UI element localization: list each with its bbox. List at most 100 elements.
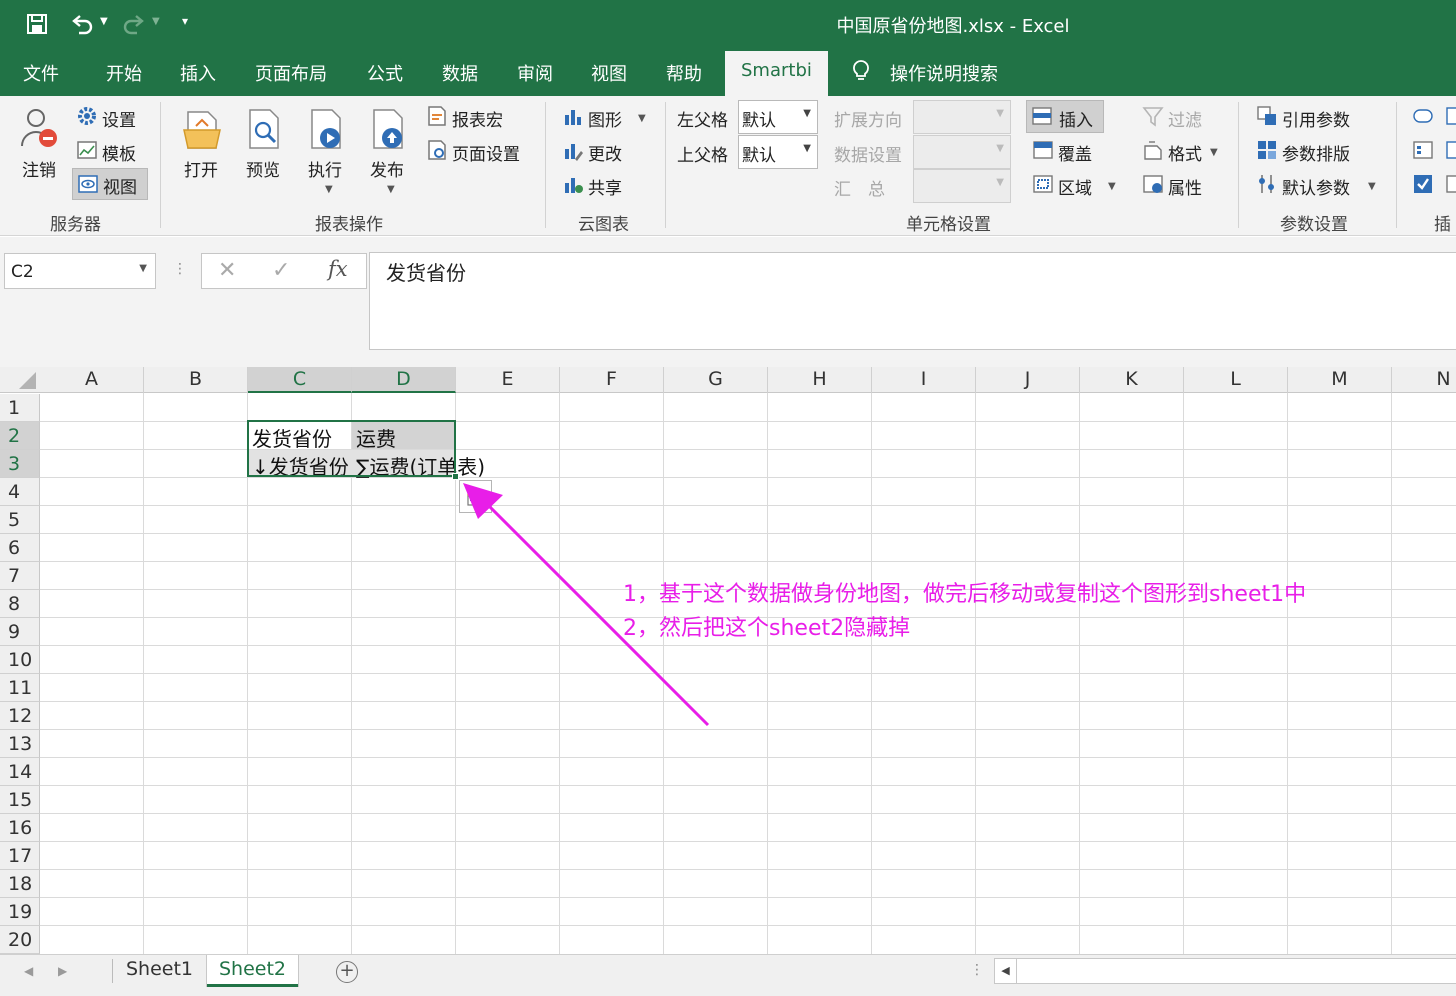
- textbox-control-icon[interactable]: [1446, 139, 1456, 161]
- row-header[interactable]: 7: [0, 562, 40, 590]
- cover-button[interactable]: 覆盖: [1058, 140, 1092, 165]
- name-box[interactable]: C2 ▼: [4, 253, 156, 289]
- reference-param-button[interactable]: 引用参数: [1282, 106, 1350, 131]
- row-header[interactable]: 13: [0, 730, 40, 758]
- left-parent-select[interactable]: 默认 ▼: [738, 100, 818, 134]
- row-header[interactable]: 9: [0, 618, 40, 646]
- data-settings-select[interactable]: ▼: [913, 135, 1011, 169]
- fill-handle[interactable]: [452, 473, 459, 480]
- filter-button[interactable]: 过滤: [1168, 106, 1202, 131]
- checkbox-control-icon[interactable]: [1412, 173, 1434, 195]
- tab-smartbi[interactable]: Smartbi: [725, 51, 828, 96]
- column-header[interactable]: K: [1080, 367, 1184, 393]
- row-header[interactable]: 2: [0, 422, 40, 450]
- worksheet-grid[interactable]: A B C D E F G H I J K L M N 1 2 3 4 5 6 …: [0, 367, 1456, 954]
- row-header[interactable]: 15: [0, 786, 40, 814]
- macro-button[interactable]: 报表宏: [452, 106, 503, 131]
- tab-formulas[interactable]: 公式: [367, 60, 403, 86]
- top-parent-select[interactable]: 默认 ▼: [738, 135, 818, 169]
- tab-data[interactable]: 数据: [442, 60, 478, 86]
- column-header[interactable]: D: [352, 367, 456, 393]
- open-button[interactable]: 打开: [184, 156, 218, 181]
- template-button[interactable]: 模板: [102, 140, 136, 165]
- tab-insert[interactable]: 插入: [180, 60, 216, 86]
- column-header[interactable]: M: [1288, 367, 1392, 393]
- run-dropdown-icon[interactable]: ▼: [325, 184, 333, 195]
- prev-sheet-icon[interactable]: ◀: [24, 964, 33, 978]
- view-button[interactable]: 视图: [72, 168, 148, 200]
- tab-home[interactable]: 开始: [106, 60, 142, 86]
- insert-function-icon[interactable]: fx: [328, 257, 348, 281]
- column-header[interactable]: N: [1392, 367, 1456, 393]
- tab-split-grip-icon[interactable]: ⋮: [970, 962, 984, 978]
- row-header[interactable]: 18: [0, 870, 40, 898]
- sheet-tab-sheet1[interactable]: Sheet1: [114, 955, 205, 987]
- param-layout-button[interactable]: 参数排版: [1282, 140, 1350, 165]
- formula-input[interactable]: 发货省份: [369, 252, 1456, 350]
- tab-help[interactable]: 帮助: [666, 60, 702, 86]
- tell-me-search[interactable]: 操作说明搜索: [890, 60, 998, 86]
- add-sheet-icon[interactable]: +: [336, 961, 358, 983]
- property-button[interactable]: 属性: [1168, 174, 1202, 199]
- tab-page-layout[interactable]: 页面布局: [255, 60, 327, 86]
- row-header[interactable]: 3: [0, 450, 40, 478]
- publish-dropdown-icon[interactable]: ▼: [387, 184, 395, 195]
- expand-direction-select[interactable]: ▼: [913, 100, 1011, 134]
- change-button[interactable]: 更改: [588, 140, 622, 165]
- region-button[interactable]: 区域: [1058, 174, 1092, 199]
- tab-file[interactable]: 文件: [23, 60, 59, 86]
- run-button[interactable]: 执行: [308, 156, 342, 181]
- row-header[interactable]: 20: [0, 926, 40, 954]
- image-control-icon[interactable]: [1446, 173, 1456, 195]
- column-header[interactable]: C: [248, 367, 352, 393]
- logout-button[interactable]: 注销: [22, 156, 56, 181]
- row-header[interactable]: 1: [0, 394, 40, 422]
- lightbulb-icon[interactable]: [852, 60, 870, 82]
- column-header[interactable]: I: [872, 367, 976, 393]
- column-header[interactable]: F: [560, 367, 664, 393]
- column-header[interactable]: B: [144, 367, 248, 393]
- column-header[interactable]: H: [768, 367, 872, 393]
- row-header[interactable]: 14: [0, 758, 40, 786]
- region-dropdown-icon[interactable]: ▼: [1108, 181, 1116, 192]
- list-control-icon[interactable]: [1412, 139, 1434, 161]
- chart-button[interactable]: 图形: [588, 106, 622, 131]
- scroll-left-icon[interactable]: ◀: [995, 959, 1017, 983]
- column-header[interactable]: J: [976, 367, 1080, 393]
- sheet-tab-sheet2[interactable]: Sheet2: [207, 955, 299, 987]
- row-header[interactable]: 12: [0, 702, 40, 730]
- default-param-dropdown-icon[interactable]: ▼: [1368, 181, 1376, 192]
- publish-button[interactable]: 发布: [370, 156, 404, 181]
- row-header[interactable]: 6: [0, 534, 40, 562]
- tab-review[interactable]: 审阅: [517, 60, 553, 86]
- summary-select[interactable]: ▼: [913, 169, 1011, 203]
- row-header[interactable]: 16: [0, 814, 40, 842]
- tab-view[interactable]: 视图: [591, 60, 627, 86]
- select-all-icon[interactable]: [0, 367, 40, 393]
- row-header[interactable]: 8: [0, 590, 40, 618]
- row-header[interactable]: 11: [0, 674, 40, 702]
- share-button[interactable]: 共享: [588, 174, 622, 199]
- cancel-icon[interactable]: ✕: [218, 258, 236, 283]
- format-dropdown-icon[interactable]: ▼: [1210, 147, 1218, 158]
- row-header[interactable]: 19: [0, 898, 40, 926]
- column-header[interactable]: E: [456, 367, 560, 393]
- formula-bar-grip-icon[interactable]: ⋮: [173, 261, 187, 277]
- settings-button[interactable]: 设置: [102, 106, 136, 131]
- button-control-icon[interactable]: [1412, 105, 1434, 127]
- enter-icon[interactable]: ✓: [272, 258, 290, 283]
- column-header[interactable]: G: [664, 367, 768, 393]
- row-header[interactable]: 10: [0, 646, 40, 674]
- horizontal-scrollbar[interactable]: ◀: [994, 958, 1456, 984]
- insert-mode-button[interactable]: 插入: [1026, 100, 1104, 133]
- row-header[interactable]: 17: [0, 842, 40, 870]
- row-header[interactable]: 4: [0, 478, 40, 506]
- chart-dropdown-icon[interactable]: ▼: [638, 113, 646, 124]
- page-setup-button[interactable]: 页面设置: [452, 140, 520, 165]
- format-button[interactable]: 格式: [1168, 140, 1202, 165]
- quick-analysis-button[interactable]: [459, 480, 492, 513]
- next-sheet-icon[interactable]: ▶: [58, 964, 67, 978]
- row-header[interactable]: 5: [0, 506, 40, 534]
- column-header[interactable]: L: [1184, 367, 1288, 393]
- preview-button[interactable]: 预览: [246, 156, 280, 181]
